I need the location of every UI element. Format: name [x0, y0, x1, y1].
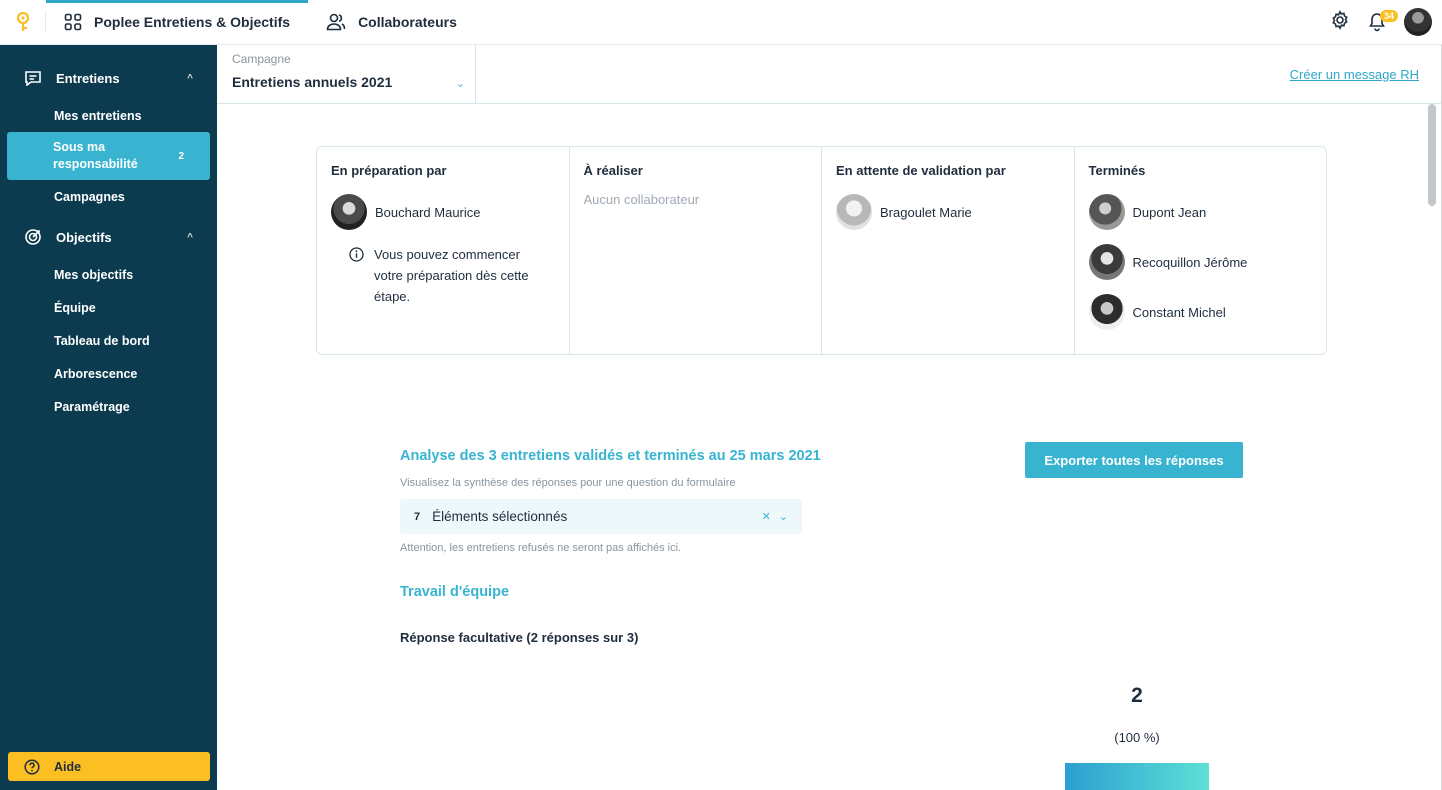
sidebar-section-label: Entretiens	[56, 70, 120, 86]
chevron-up-icon: ^	[187, 72, 193, 84]
notification-count-badge: 34	[1380, 10, 1399, 22]
help-circle-icon	[24, 758, 40, 775]
person-name: Dupont Jean	[1132, 204, 1207, 220]
help-label: Aide	[54, 759, 82, 774]
question-multi-select[interactable]: 7 Éléments sélectionnés ✕ ⌄	[400, 499, 802, 534]
empty-state-text: Aucun collaborateur	[583, 192, 700, 207]
sidebar: Entretiens ^ Mes entretiens Sous ma resp…	[0, 45, 217, 790]
campaign-select[interactable]: Campagne Entretiens annuels 2021 ⌄	[217, 45, 476, 104]
users-icon	[326, 13, 346, 31]
column-en-attente-validation: En attente de validation par Bragoulet M…	[822, 147, 1075, 354]
chat-icon	[24, 70, 42, 86]
column-title: En préparation par	[331, 163, 447, 178]
notifications-button[interactable]: 34	[1368, 10, 1399, 32]
sidebar-section-entretiens[interactable]: Entretiens ^	[0, 63, 217, 93]
column-title: Terminés	[1088, 163, 1146, 178]
export-all-answers-button[interactable]: Exporter toutes les réponses	[1025, 442, 1243, 478]
sidebar-item-label: Paramétrage	[54, 399, 130, 414]
sidebar-item-arborescence[interactable]: Arborescence	[0, 357, 217, 390]
sidebar-item-label: Campagnes	[54, 189, 125, 204]
sidebar-item-label: Équipe	[54, 300, 96, 315]
person-name: Bragoulet Marie	[880, 204, 972, 220]
sidebar-item-label: Mes objectifs	[54, 267, 134, 282]
apps-grid-icon	[64, 13, 82, 31]
person-bragoulet-marie[interactable]: Bragoulet Marie	[836, 194, 1060, 230]
person-name: Constant Michel	[1132, 304, 1226, 320]
logo-icon	[16, 12, 29, 31]
sidebar-section-label: Objectifs	[56, 229, 112, 245]
chevron-up-icon: ^	[187, 231, 193, 243]
clear-icon[interactable]: ✕	[762, 510, 771, 523]
tab-collaborateurs[interactable]: Collaborateurs	[308, 0, 475, 45]
chevron-down-icon: ⌄	[455, 78, 465, 90]
person-name: Recoquillon Jérôme	[1132, 254, 1248, 270]
campaign-label: Campagne	[232, 52, 291, 66]
person-dupont-jean[interactable]: Dupont Jean	[1088, 194, 1313, 230]
chevron-down-icon[interactable]: ⌄	[779, 510, 788, 523]
user-avatar[interactable]	[1404, 8, 1432, 36]
sidebar-item-equipe[interactable]: Équipe	[0, 291, 217, 324]
sidebar-section-objectifs[interactable]: Objectifs ^	[0, 222, 217, 252]
settings-gear-icon[interactable]	[1330, 9, 1350, 35]
sidebar-item-label: Sous ma responsabilité	[53, 140, 138, 171]
column-en-preparation: En préparation par Bouchard Maurice Vous…	[317, 147, 570, 354]
tab-label: Poplee Entretiens & Objectifs	[94, 14, 291, 30]
avatar	[1088, 194, 1125, 230]
sidebar-item-label: Arborescence	[54, 366, 138, 381]
bar-percent-label: (100 %)	[1114, 730, 1160, 745]
person-bouchard-maurice[interactable]: Bouchard Maurice	[331, 194, 555, 230]
create-hr-message-link[interactable]: Créer un message RH	[1290, 67, 1419, 82]
info-text: Vous pouvez commencer votre préparation …	[374, 247, 529, 304]
tab-poplee-entretiens[interactable]: Poplee Entretiens & Objectifs	[46, 0, 309, 45]
analysis-title: Analyse des 3 entretiens validés et term…	[400, 448, 821, 464]
campaign-bar: Campagne Entretiens annuels 2021 ⌄ Créer…	[217, 45, 1442, 104]
sidebar-item-count: 2	[178, 150, 184, 162]
sidebar-item-mes-objectifs[interactable]: Mes objectifs	[0, 258, 217, 291]
target-icon	[24, 228, 42, 246]
person-constant-michel[interactable]: Constant Michel	[1088, 294, 1313, 330]
analysis-subtitle: Visualisez la synthèse des réponses pour…	[400, 477, 736, 489]
selected-label: Éléments sélectionnés	[432, 509, 568, 524]
selected-count: 7	[414, 510, 421, 523]
info-icon	[349, 247, 364, 307]
scrollbar[interactable]	[1428, 104, 1436, 790]
avatar	[331, 194, 367, 230]
section-title: Travail d'équipe	[400, 584, 510, 600]
column-a-realiser: À réaliser Aucun collaborateur	[570, 147, 822, 354]
sidebar-item-label: Mes entretiens	[54, 108, 142, 123]
column-title: En attente de validation par	[836, 163, 1006, 178]
app-logo[interactable]	[0, 11, 46, 33]
sidebar-item-label: Tableau de bord	[54, 333, 150, 348]
tab-label: Collaborateurs	[358, 14, 457, 30]
scrollbar-thumb[interactable]	[1428, 104, 1436, 206]
top-bar: Poplee Entretiens & Objectifs Collaborat…	[0, 0, 1442, 45]
sidebar-item-parametrage[interactable]: Paramétrage	[0, 390, 217, 423]
bar-value-label: 2	[1131, 684, 1143, 707]
refused-warning: Attention, les entretiens refusés ne ser…	[400, 542, 682, 554]
person-name: Bouchard Maurice	[375, 204, 481, 220]
sidebar-item-campagnes[interactable]: Campagnes	[0, 180, 217, 213]
sidebar-item-mes-entretiens[interactable]: Mes entretiens	[0, 99, 217, 132]
sidebar-item-tableau-de-bord[interactable]: Tableau de bord	[0, 324, 217, 357]
help-button[interactable]: Aide	[8, 752, 210, 781]
sidebar-item-sous-ma-responsabilite[interactable]: Sous ma responsabilité 2	[7, 132, 210, 180]
avatar	[1088, 294, 1125, 330]
column-title: À réaliser	[583, 163, 643, 178]
column-termines: Terminés Dupont Jean Recoquillon Jérôme …	[1075, 147, 1327, 354]
question-label: Réponse facultative (2 réponses sur 3)	[400, 630, 639, 645]
preparation-info-note: Vous pouvez commencer votre préparation …	[331, 244, 555, 307]
person-recoquillon-jerome[interactable]: Recoquillon Jérôme	[1088, 244, 1313, 280]
campaign-value: Entretiens annuels 2021	[232, 74, 393, 90]
avatar	[836, 194, 872, 230]
status-board: En préparation par Bouchard Maurice Vous…	[316, 146, 1327, 355]
avatar	[1088, 244, 1125, 280]
answer-bar	[1065, 763, 1209, 790]
